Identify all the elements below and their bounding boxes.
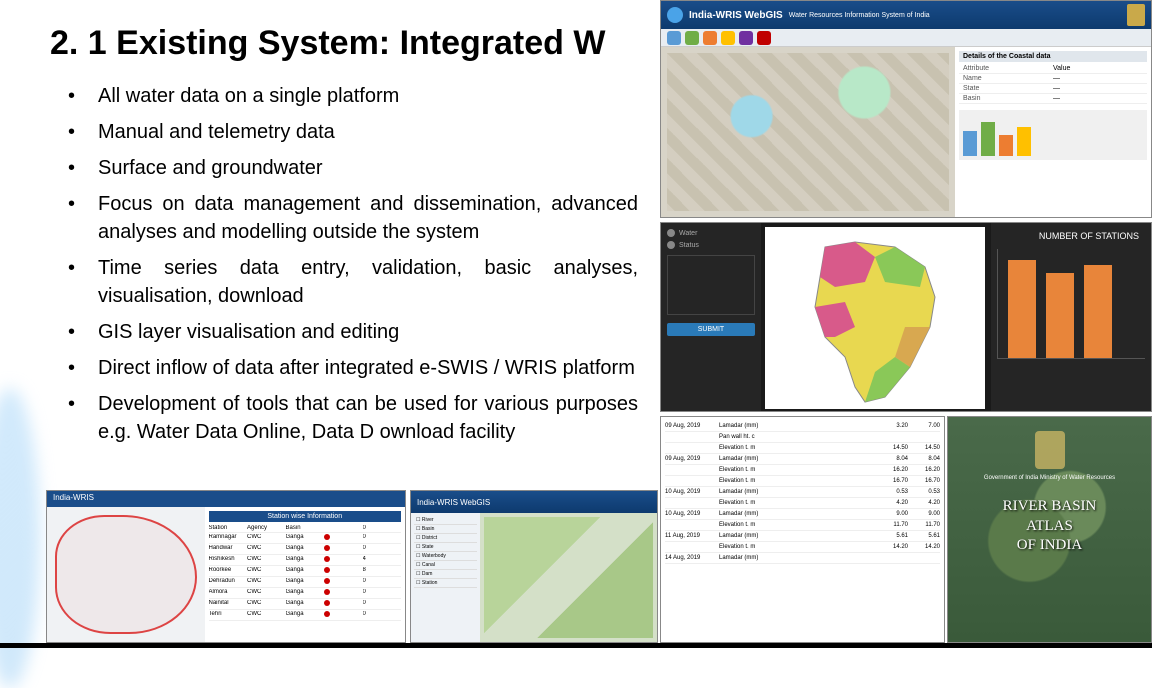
b2-header: India-WRIS WebGIS bbox=[411, 491, 657, 513]
table-row: Elevation t. m16.7016.70 bbox=[665, 476, 940, 487]
attr-value: — bbox=[1053, 95, 1060, 102]
wris-side-panel: Details of the Coastal data AttributeVal… bbox=[955, 47, 1151, 217]
table-row: 09 Aug, 2019Lamadar (mm)3.207.00 bbox=[665, 421, 940, 432]
stations-label: NUMBER OF STATIONS bbox=[1039, 231, 1139, 241]
table-row: Elevation t. m14.5014.50 bbox=[665, 443, 940, 454]
wris-title: India-WRIS WebGIS bbox=[689, 10, 783, 21]
submit-button: SUBMIT bbox=[667, 323, 755, 336]
status-dot-icon bbox=[667, 241, 675, 249]
bullet-list: •All water data on a single platform •Ma… bbox=[68, 82, 638, 454]
emblem-icon bbox=[1127, 4, 1145, 26]
attr-value: — bbox=[1053, 85, 1060, 92]
bullet-marker: • bbox=[68, 190, 98, 246]
screenshot-wris-legacy: India-WRIS WebGIS ☐ River☐ Basin☐ Distri… bbox=[410, 490, 658, 643]
wris-logo-icon bbox=[667, 7, 683, 23]
table-row: 10 Aug, 2019Lamadar (mm)9.009.00 bbox=[665, 509, 940, 520]
attr-value: — bbox=[1053, 75, 1060, 82]
toolbar-icon bbox=[757, 31, 771, 45]
bullet-marker: • bbox=[68, 318, 98, 346]
toolbar-icon bbox=[739, 31, 753, 45]
bullet-marker: • bbox=[68, 254, 98, 310]
attr-label: Attribute bbox=[963, 65, 1053, 72]
bottom-strip bbox=[0, 643, 1152, 648]
bullet-marker: • bbox=[68, 390, 98, 446]
status-dot-icon bbox=[667, 229, 675, 237]
dark-right-panel: NUMBER OF STATIONS bbox=[991, 223, 1151, 411]
toolbar-icon bbox=[667, 31, 681, 45]
dark-bar-chart bbox=[997, 249, 1145, 359]
attr-label: State bbox=[963, 85, 1053, 92]
atlas-title-line: ATLAS bbox=[948, 517, 1151, 537]
screenshot-station-map-table: India-WRIS Station wise Information Stat… bbox=[46, 490, 406, 643]
wris-toolbar bbox=[661, 29, 1151, 47]
bullet-text: Manual and telemetry data bbox=[98, 118, 335, 146]
b1-header: India-WRIS bbox=[47, 491, 405, 507]
bullet-marker: • bbox=[68, 82, 98, 110]
bullet-text: Development of tools that can be used fo… bbox=[98, 390, 638, 446]
wris-subtitle: Water Resources Information System of In… bbox=[789, 12, 930, 19]
table-row: Elevation t. m11.7011.70 bbox=[665, 520, 940, 531]
b1-table: Station wise Information StationAgencyBa… bbox=[205, 507, 405, 642]
govt-emblem-icon bbox=[1035, 431, 1065, 469]
bullet-marker: • bbox=[68, 354, 98, 382]
attr-value: Value bbox=[1053, 65, 1070, 72]
wris-side-header: Details of the Coastal data bbox=[959, 51, 1147, 62]
toolbar-icon bbox=[685, 31, 699, 45]
left-item: Water bbox=[679, 230, 697, 237]
wris-map-view bbox=[661, 47, 955, 217]
input-box bbox=[667, 255, 755, 315]
b2-layer-panel: ☐ River☐ Basin☐ District☐ State☐ Waterbo… bbox=[411, 513, 480, 642]
attr-label: Basin bbox=[963, 95, 1053, 102]
bullet-text: All water data on a single platform bbox=[98, 82, 399, 110]
table-row: 11 Aug, 2019Lamadar (mm)5.615.61 bbox=[665, 531, 940, 542]
screenshot-dark-dashboard: Water Status SUBMIT NUMBER OF STATIONS bbox=[660, 222, 1152, 412]
dark-left-panel: Water Status SUBMIT bbox=[661, 223, 761, 411]
b2-title: India-WRIS WebGIS bbox=[417, 498, 490, 507]
table-row: 10 Aug, 2019Lamadar (mm)0.530.53 bbox=[665, 487, 940, 498]
bullet-text: Direct inflow of data after integrated e… bbox=[98, 354, 635, 382]
atlas-title: RIVER BASIN ATLAS OF INDIA bbox=[948, 497, 1151, 556]
screenshot-spreadsheet: 09 Aug, 2019Lamadar (mm)3.207.00Pan wall… bbox=[660, 416, 945, 643]
b1-map-view bbox=[47, 507, 205, 642]
india-choropleth-map bbox=[765, 227, 985, 409]
screenshot-river-basin-atlas: Government of India Ministry of Water Re… bbox=[947, 416, 1152, 643]
toolbar-icon bbox=[703, 31, 717, 45]
b2-map-view bbox=[480, 513, 657, 642]
bullet-text: Time series data entry, validation, basi… bbox=[98, 254, 638, 310]
left-item: Status bbox=[679, 242, 699, 249]
bullet-text: Surface and groundwater bbox=[98, 154, 323, 182]
bullet-text: Focus on data management and disseminati… bbox=[98, 190, 638, 246]
b3-table: 09 Aug, 2019Lamadar (mm)3.207.00Pan wall… bbox=[661, 417, 944, 568]
bullet-text: GIS layer visualisation and editing bbox=[98, 318, 399, 346]
table-row: Pan wall ht. c bbox=[665, 432, 940, 443]
slide-title: 2. 1 Existing System: Integrated W bbox=[50, 24, 605, 63]
table-row: Elevation t. m4.204.20 bbox=[665, 498, 940, 509]
table-row: Elevation t. m16.2016.20 bbox=[665, 465, 940, 476]
atlas-subtitle: Government of India Ministry of Water Re… bbox=[948, 475, 1151, 481]
wris-bar-chart bbox=[959, 110, 1147, 160]
attr-label: Name bbox=[963, 75, 1053, 82]
bullet-marker: • bbox=[68, 118, 98, 146]
table-row: 14 Aug, 2019Lamadar (mm) bbox=[665, 553, 940, 564]
bullet-marker: • bbox=[68, 154, 98, 182]
table-row: 09 Aug, 2019Lamadar (mm)8.048.04 bbox=[665, 454, 940, 465]
b1-table-header: Station wise Information bbox=[209, 511, 401, 522]
atlas-title-line: RIVER BASIN bbox=[948, 497, 1151, 517]
wris-header: India-WRIS WebGIS Water Resources Inform… bbox=[661, 1, 1151, 29]
screenshot-wris-webgis: India-WRIS WebGIS Water Resources Inform… bbox=[660, 0, 1152, 218]
toolbar-icon bbox=[721, 31, 735, 45]
table-row: Elevation t. m14.2014.20 bbox=[665, 542, 940, 553]
atlas-title-line: OF INDIA bbox=[948, 536, 1151, 556]
